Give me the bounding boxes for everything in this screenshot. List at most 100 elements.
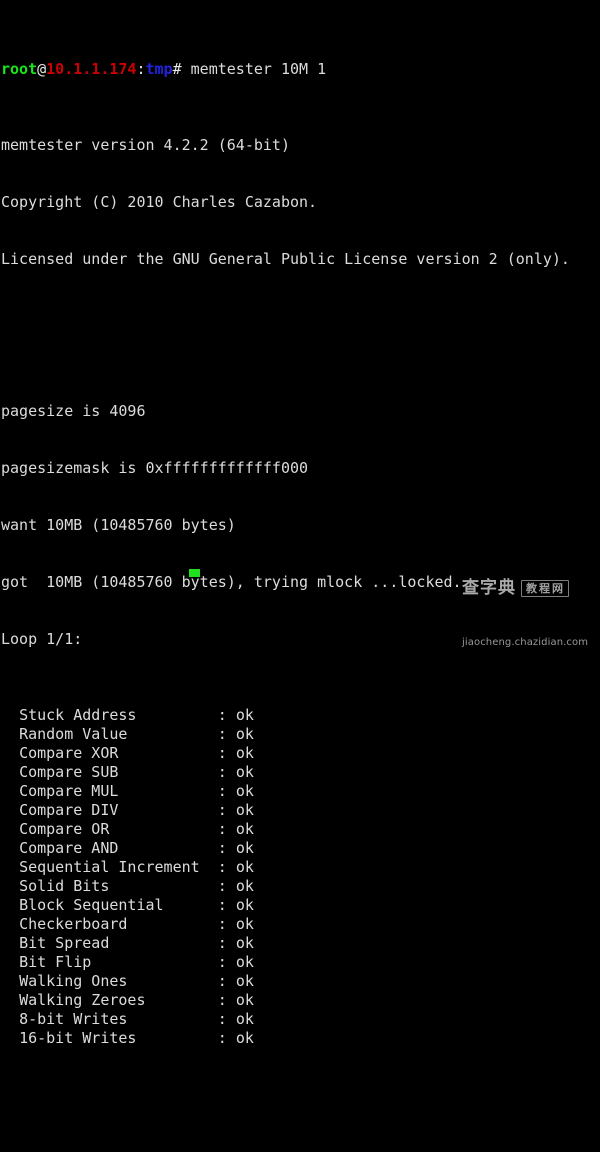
- test-separator: :: [217, 953, 236, 971]
- test-separator: :: [217, 915, 236, 933]
- test-indent: [1, 934, 19, 952]
- test-result-row: 16-bit Writes : ok: [1, 1029, 600, 1048]
- test-padding: [118, 839, 217, 857]
- test-separator: :: [217, 744, 236, 762]
- prompt-host: 10.1.1.174: [46, 60, 137, 78]
- test-result: ok: [235, 1029, 254, 1047]
- output-line-pagesizemask: pagesizemask is 0xfffffffffffff000: [1, 459, 309, 477]
- test-result-row: Walking Ones : ok: [1, 972, 600, 991]
- test-indent: [1, 801, 19, 819]
- test-indent: [1, 763, 19, 781]
- prompt-separator: :: [136, 60, 146, 78]
- test-padding: [136, 1029, 217, 1047]
- test-result: ok: [235, 896, 254, 914]
- test-result: ok: [235, 858, 254, 876]
- test-result-row: Solid Bits : ok: [1, 877, 600, 896]
- test-result-row: Random Value : ok: [1, 725, 600, 744]
- prompt-at: @: [37, 60, 47, 78]
- test-padding: [136, 706, 217, 724]
- prompt-line: root@10.1.1.174:tmp# memtester 10M 1: [1, 60, 600, 79]
- test-result: ok: [235, 915, 254, 933]
- test-result: ok: [235, 934, 254, 952]
- output-line-copyright: Copyright (C) 2010 Charles Cazabon.: [1, 193, 318, 211]
- test-separator: :: [217, 877, 236, 895]
- test-padding: [127, 915, 217, 933]
- test-indent: [1, 744, 19, 762]
- test-label: Compare MUL: [19, 782, 119, 800]
- test-result: ok: [235, 877, 254, 895]
- test-separator: :: [217, 839, 236, 857]
- test-result-row: Compare OR : ok: [1, 820, 600, 839]
- test-result-row: Bit Spread : ok: [1, 934, 600, 953]
- test-result: ok: [235, 706, 254, 724]
- test-padding: [200, 858, 218, 876]
- test-result: ok: [235, 763, 254, 781]
- test-padding: [91, 953, 217, 971]
- test-padding: [127, 725, 217, 743]
- test-separator: :: [217, 991, 236, 1009]
- test-result-row: Walking Zeroes : ok: [1, 991, 600, 1010]
- test-result: ok: [235, 991, 254, 1009]
- test-padding: [109, 934, 217, 952]
- test-separator: :: [217, 801, 236, 819]
- test-result-row: Compare AND : ok: [1, 839, 600, 858]
- output-line-want: want 10MB (10485760 bytes): [1, 516, 236, 534]
- test-padding: [118, 744, 217, 762]
- test-indent: [1, 820, 19, 838]
- test-result-row: 8-bit Writes : ok: [1, 1010, 600, 1029]
- test-result-row: Sequential Increment : ok: [1, 858, 600, 877]
- test-indent: [1, 839, 19, 857]
- test-result-row: Compare XOR : ok: [1, 744, 600, 763]
- prompt-user: root: [1, 60, 38, 78]
- test-separator: :: [217, 782, 236, 800]
- test-label: Checkerboard: [19, 915, 128, 933]
- test-result: ok: [235, 744, 254, 762]
- test-result-row: Checkerboard : ok: [1, 915, 600, 934]
- test-padding: [109, 877, 217, 895]
- test-separator: :: [217, 858, 236, 876]
- prompt-sigil: #: [172, 60, 191, 78]
- test-result-row: Compare DIV : ok: [1, 801, 600, 820]
- test-result: ok: [235, 801, 254, 819]
- watermark: 查字典 教程网 jiaocheng.chazidian.com: [462, 540, 596, 648]
- test-label: Solid Bits: [19, 877, 110, 895]
- test-label: Bit Flip: [19, 953, 92, 971]
- terminal-screen[interactable]: root@10.1.1.174:tmp# memtester 10M 1 mem…: [0, 0, 600, 1047]
- test-padding: [127, 972, 217, 990]
- test-padding: [146, 991, 218, 1009]
- test-indent: [1, 858, 19, 876]
- test-separator: :: [217, 972, 236, 990]
- test-result: ok: [235, 953, 254, 971]
- test-indent: [1, 915, 19, 933]
- test-indent: [1, 877, 19, 895]
- test-separator: :: [217, 725, 236, 743]
- test-label: Walking Ones: [19, 972, 128, 990]
- test-separator: :: [217, 896, 236, 914]
- test-indent: [1, 706, 19, 724]
- test-result: ok: [235, 839, 254, 857]
- test-indent: [1, 782, 19, 800]
- test-indent: [1, 1029, 19, 1047]
- test-label: Compare XOR: [19, 744, 119, 762]
- test-result: ok: [235, 972, 254, 990]
- test-result-list: Stuck Address : ok Random Value : ok Com…: [1, 706, 600, 1048]
- test-indent: [1, 896, 19, 914]
- test-label: Random Value: [19, 725, 128, 743]
- test-result-row: Bit Flip : ok: [1, 953, 600, 972]
- test-result: ok: [235, 1010, 254, 1028]
- test-separator: :: [217, 1010, 236, 1028]
- output-line-version: memtester version 4.2.2 (64-bit): [1, 136, 290, 154]
- test-padding: [118, 801, 217, 819]
- test-separator: :: [217, 820, 236, 838]
- test-separator: :: [217, 1029, 236, 1047]
- test-indent: [1, 725, 19, 743]
- test-result: ok: [235, 725, 254, 743]
- test-label: Block Sequential: [19, 896, 164, 914]
- prompt-path: tmp: [145, 60, 173, 78]
- test-result: ok: [235, 782, 254, 800]
- test-separator: :: [217, 763, 236, 781]
- test-padding: [118, 763, 217, 781]
- test-label: Stuck Address: [19, 706, 137, 724]
